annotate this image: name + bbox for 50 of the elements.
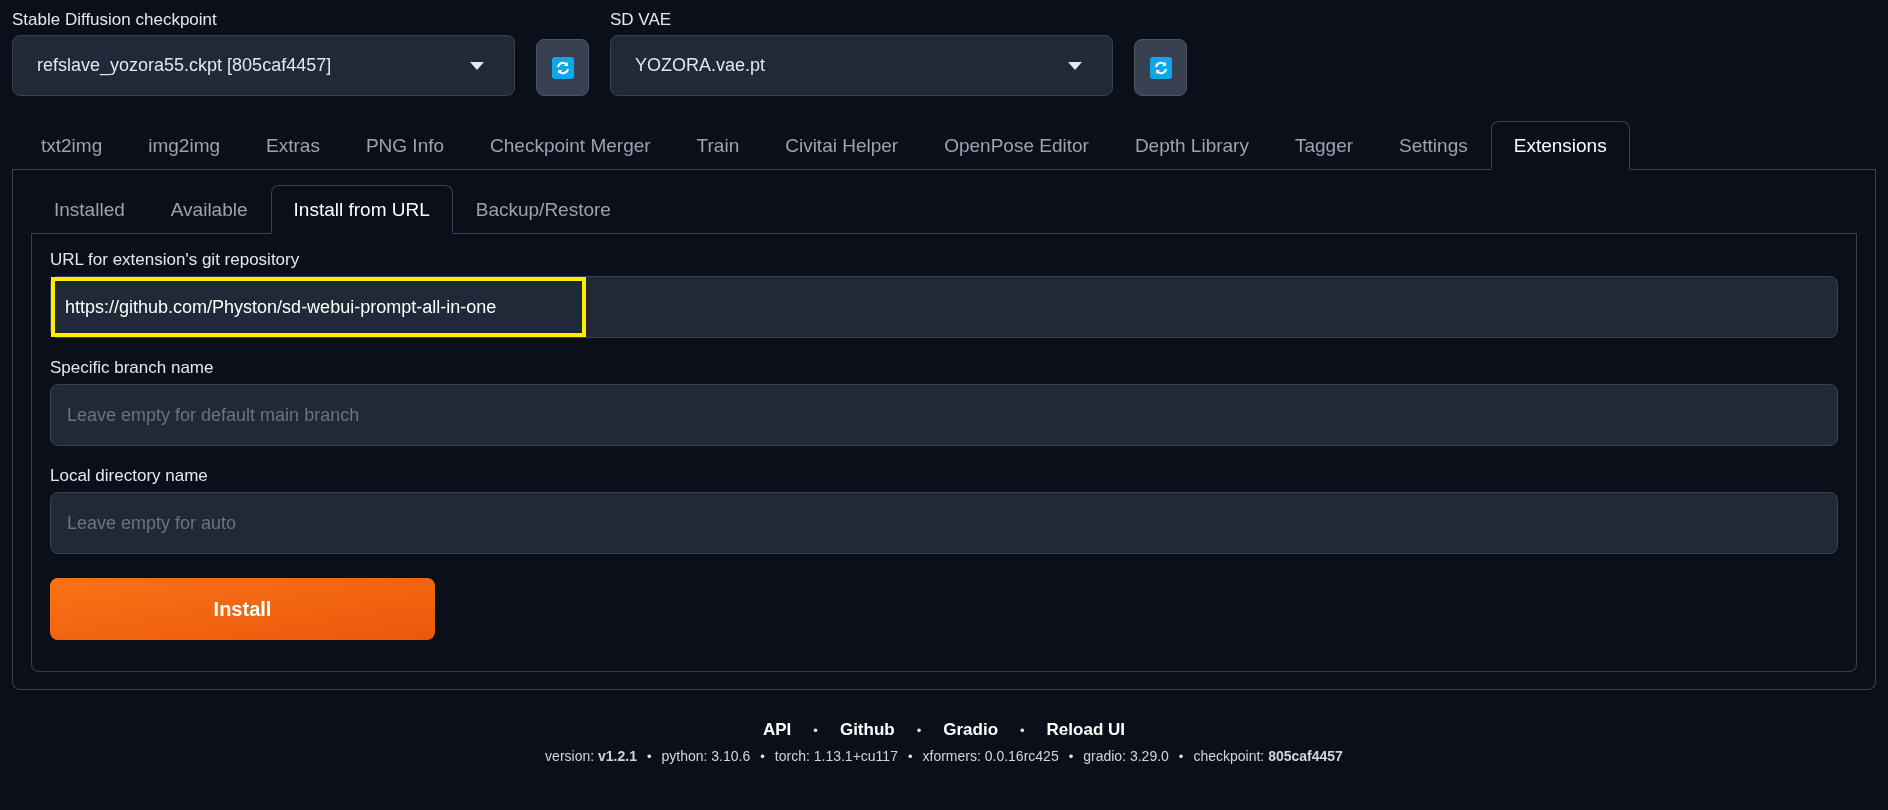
refresh-button[interactable] [536, 39, 589, 96]
dropdown-label: SD VAE [610, 10, 673, 30]
version-info: checkpoint: 805caf4457 [1193, 748, 1343, 764]
refresh-icon [1149, 56, 1172, 79]
sub-tab[interactable]: Installed [31, 185, 148, 234]
version-info: torch: 1.13.1+cu117 [774, 748, 898, 764]
separator-dot: • [760, 748, 765, 764]
version-info: gradio: 3.29.0 [1083, 748, 1169, 764]
version-info: python: 3.10.6 [661, 748, 751, 764]
field-label: Local directory name [50, 466, 209, 486]
separator-dot: • [1178, 748, 1184, 764]
separator-dot: • [1020, 722, 1025, 738]
main-tab[interactable]: Checkpoint Merger [467, 121, 674, 170]
footer-link[interactable]: API [763, 720, 792, 740]
dropdown-label: Stable Diffusion checkpoint [12, 10, 218, 30]
text-field[interactable]: Leave empty for default main branch [51, 385, 1837, 445]
version-info: version: v1.2.1 [545, 748, 637, 764]
footer-link[interactable]: Github [839, 720, 895, 740]
main-tab[interactable]: Civitai Helper [762, 121, 922, 170]
main-tab[interactable]: txt2img [18, 121, 126, 170]
version-info: xformers: 0.0.16rc425 [922, 748, 1059, 764]
sub-tab[interactable]: Backup/Restore [452, 185, 634, 234]
separator-dot: • [646, 748, 652, 764]
main-tab[interactable]: OpenPose Editor [921, 121, 1112, 170]
separator-dot: • [813, 722, 818, 738]
model-dropdown[interactable]: refslave_yozora55.ckpt [805caf4457] [12, 35, 515, 96]
refresh-button[interactable] [1134, 39, 1187, 96]
main-tab[interactable]: img2img [125, 121, 244, 170]
sub-tab[interactable]: Available [147, 185, 271, 234]
footer-link[interactable]: Reload UI [1046, 720, 1125, 740]
field-label: Specific branch name [50, 358, 215, 378]
main-tab[interactable]: Depth Library [1111, 121, 1272, 170]
field-label: URL for extension's git repository [50, 250, 301, 270]
main-tab[interactable]: Train [673, 121, 763, 170]
caret-icon [470, 61, 484, 70]
main-tab[interactable]: Extras [243, 121, 343, 170]
model-dropdown[interactable]: YOZORA.vae.pt [610, 35, 1113, 96]
sub-tab[interactable]: Install from URL [270, 185, 453, 234]
footer-link[interactable]: Gradio [943, 720, 999, 740]
text-field[interactable]: https://github.com/Physton/sd-webui-prompt-all-in-one [51, 277, 586, 337]
refresh-icon [551, 56, 574, 79]
separator-dot: • [1068, 748, 1074, 764]
main-tab[interactable]: Settings [1376, 121, 1491, 170]
separator-dot: • [916, 722, 922, 738]
separator-dot: • [907, 748, 913, 764]
caret-icon [1068, 61, 1082, 70]
main-tab[interactable]: Extensions [1490, 121, 1630, 170]
main-tab[interactable]: PNG Info [342, 121, 468, 170]
main-tab[interactable]: Tagger [1271, 121, 1377, 170]
text-field[interactable]: Leave empty for auto [51, 493, 1837, 553]
